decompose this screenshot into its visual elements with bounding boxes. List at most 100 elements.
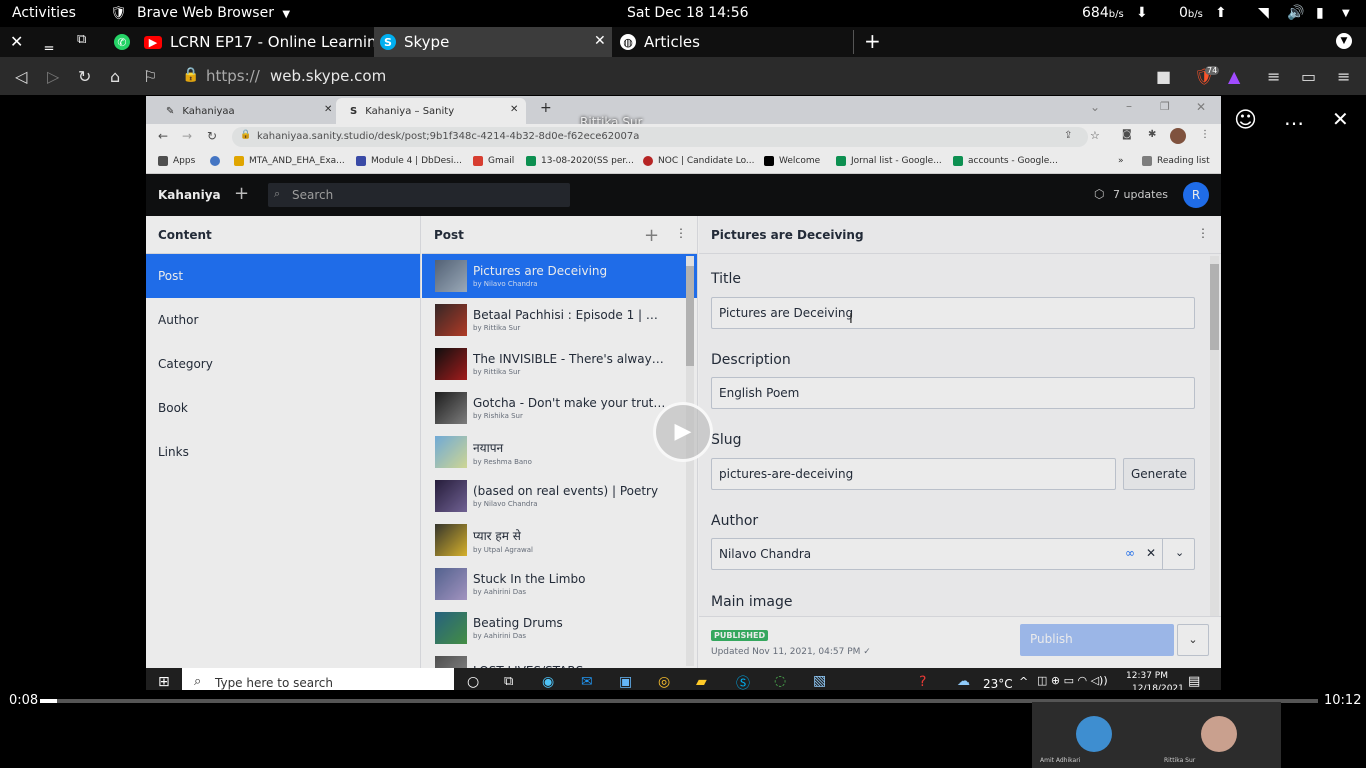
bookmark-apps[interactable]: Apps [158, 156, 195, 166]
more-bookmarks-icon[interactable]: » [1118, 156, 1124, 166]
post-list-item[interactable]: The INVISIBLE - There's always s... by Ri… [422, 342, 697, 386]
post-list-item[interactable]: Betaal Pachhisi : Episode 1 | Who... by R… [422, 298, 697, 342]
clear-icon[interactable]: ✕ [1146, 546, 1156, 560]
pinned-tab-whatsapp[interactable]: ✆ [108, 27, 138, 57]
forward-icon[interactable]: ▷ [47, 67, 59, 86]
address-bar[interactable]: 🔒 https:// web.skype.com [172, 62, 1182, 90]
battery-icon[interactable]: ▮ [1316, 5, 1324, 21]
bookmark-noc[interactable]: NOC | Candidate Lo... [643, 156, 755, 166]
app-menu[interactable]: 🛡 Brave Web Browser ▼ [110, 5, 290, 21]
bookmark-13-08-2020[interactable]: 13-08-2020(SS per... [526, 156, 634, 166]
chrome-address-bar[interactable]: 🔒 kahaniyaa.sanity.studio/desk/post;9b1f… [232, 127, 1100, 147]
generate-button[interactable]: Generate [1123, 458, 1195, 490]
home-icon[interactable]: ⌂ [110, 67, 120, 86]
new-tab-icon[interactable]: + [540, 100, 552, 116]
share-icon[interactable]: ⇪ [1064, 130, 1072, 141]
post-list-item[interactable]: Beating Drums by Aahirini Das [422, 606, 697, 650]
bookmark-mta[interactable]: MTA_AND_EHA_Exa... [234, 156, 345, 166]
extensions-icon[interactable]: ✱ [1148, 129, 1156, 140]
minimize-icon[interactable]: – [1126, 99, 1132, 113]
profile-avatar[interactable] [1170, 128, 1186, 144]
reload-icon[interactable]: ↻ [207, 129, 217, 143]
post-list-item[interactable]: Pictures are Deceiving by Nilavo Chandra [422, 254, 697, 298]
author-reference[interactable]: Nilavo Chandra ∞ ✕ ⌄ [711, 538, 1195, 570]
temperature[interactable]: 23°C [983, 677, 1013, 691]
task-view-icon[interactable]: ⧉ [504, 674, 513, 689]
tab-search-icon[interactable]: ▼ [1336, 33, 1352, 49]
post-list-item[interactable]: (based on real events) | Poetry by Nilavo… [422, 474, 697, 518]
publish-button[interactable]: Publish [1020, 624, 1174, 656]
bookmark-welcome[interactable]: Welcome [764, 156, 820, 166]
star-icon[interactable]: ☆ [1090, 129, 1100, 142]
link-icon[interactable]: ∞ [1125, 546, 1135, 560]
avatar[interactable]: R [1183, 182, 1209, 208]
kebab-menu-icon[interactable]: ⋮ [1200, 129, 1210, 140]
edge-icon[interactable]: ◉ [542, 674, 554, 690]
avatar[interactable] [1076, 716, 1112, 752]
tab-lcrn[interactable]: ▶ LCRN EP17 - Online Learning A [138, 27, 374, 57]
updates-count[interactable]: 7 updates [1113, 188, 1168, 201]
camera-icon[interactable]: ◙ [1122, 129, 1132, 140]
activities-button[interactable]: Activities [12, 5, 76, 21]
minimize-icon[interactable]: ‗ [45, 31, 53, 50]
search-input[interactable]: ⌕ Search [268, 183, 570, 207]
app-icon[interactable]: ▧ [813, 673, 826, 689]
brave-rewards-icon[interactable]: ▲ [1228, 67, 1240, 86]
windows-start-icon[interactable]: ⊞ [158, 674, 170, 690]
cortana-icon[interactable]: ○ [467, 674, 479, 690]
back-icon[interactable]: ← [158, 129, 168, 143]
reading-list[interactable]: Reading list [1142, 156, 1210, 166]
nav-links[interactable]: Links [146, 430, 420, 474]
nav-author[interactable]: Author [146, 298, 420, 342]
close-tab-icon[interactable]: ✕ [594, 33, 606, 49]
bookmark-globe[interactable] [210, 156, 225, 166]
chevron-down-icon[interactable]: ⌄ [1175, 546, 1184, 559]
wifi-icon[interactable]: ◥ [1258, 5, 1269, 21]
chrome-tab-sanity[interactable]: S Kahaniya – Sanity ✕ [336, 98, 526, 124]
chrome-icon[interactable]: ◎ [658, 674, 670, 690]
menu-icon[interactable]: ≡ [1337, 67, 1350, 86]
back-icon[interactable]: ◁ [15, 67, 27, 86]
close-window-icon[interactable]: ✕ [1196, 100, 1206, 114]
add-post-icon[interactable]: + [644, 225, 659, 246]
slug-input[interactable]: pictures-are-deceiving [711, 458, 1116, 490]
help-icon[interactable]: ? [919, 674, 926, 690]
kebab-menu-icon[interactable]: ⋮ [675, 226, 687, 240]
project-name[interactable]: Kahaniya [158, 188, 221, 202]
more-options-icon[interactable]: … [1284, 106, 1304, 130]
close-window-icon[interactable]: ✕ [10, 32, 23, 51]
restore-icon[interactable]: ⧉ [77, 32, 86, 47]
volume-icon[interactable]: 🔊 [1287, 5, 1304, 21]
close-tab-icon[interactable]: ✕ [510, 104, 518, 115]
bookmark-module4[interactable]: Module 4 | DbDesi... [356, 156, 462, 166]
tray-icons[interactable]: ◫ ⊕ ▭ ◠ ◁)) [1037, 674, 1108, 687]
restore-icon[interactable]: ❐ [1160, 100, 1170, 113]
title-input[interactable]: Pictures are Deceiving [711, 297, 1195, 329]
nav-book[interactable]: Book [146, 386, 420, 430]
nav-category[interactable]: Category [146, 342, 420, 386]
file-explorer-icon[interactable]: ▰ [696, 674, 707, 690]
store-icon[interactable]: ▣ [619, 674, 632, 690]
play-icon[interactable]: ▶ [653, 402, 713, 462]
nav-post[interactable]: Post [146, 254, 420, 298]
kebab-menu-icon[interactable]: ⋮ [1197, 226, 1209, 240]
post-list-item[interactable]: प्यार हम से by Utpal Agrawal [422, 518, 697, 562]
create-icon[interactable]: + [234, 183, 249, 204]
post-list-item[interactable]: Stuck In the Limbo by Aahirini Das [422, 562, 697, 606]
chevron-up-icon[interactable]: ^ [1019, 675, 1028, 688]
bookmark-jornal-list[interactable]: Jornal list - Google... [836, 156, 942, 166]
tab-skype[interactable]: S Skype ✕ [374, 27, 612, 57]
bookmark-accounts[interactable]: accounts - Google... [953, 156, 1058, 166]
publish-menu-chevron-icon[interactable]: ⌄ [1177, 624, 1209, 656]
close-tab-icon[interactable]: ✕ [324, 104, 332, 115]
green-app-icon[interactable]: ◌ [774, 673, 786, 689]
tab-articles[interactable]: ◍ Articles [614, 27, 850, 57]
description-input[interactable]: English Poem [711, 377, 1195, 409]
chevron-down-icon[interactable]: ⌄ [1090, 100, 1100, 114]
close-call-icon[interactable]: ✕ [1332, 107, 1349, 131]
bookmark-gmail[interactable]: Gmail [473, 156, 514, 166]
reaction-icon[interactable]: ☺ [1234, 108, 1257, 133]
mail-icon[interactable]: ✉ [581, 674, 593, 690]
reload-icon[interactable]: ↻ [78, 67, 91, 86]
new-tab-icon[interactable]: + [864, 29, 881, 53]
